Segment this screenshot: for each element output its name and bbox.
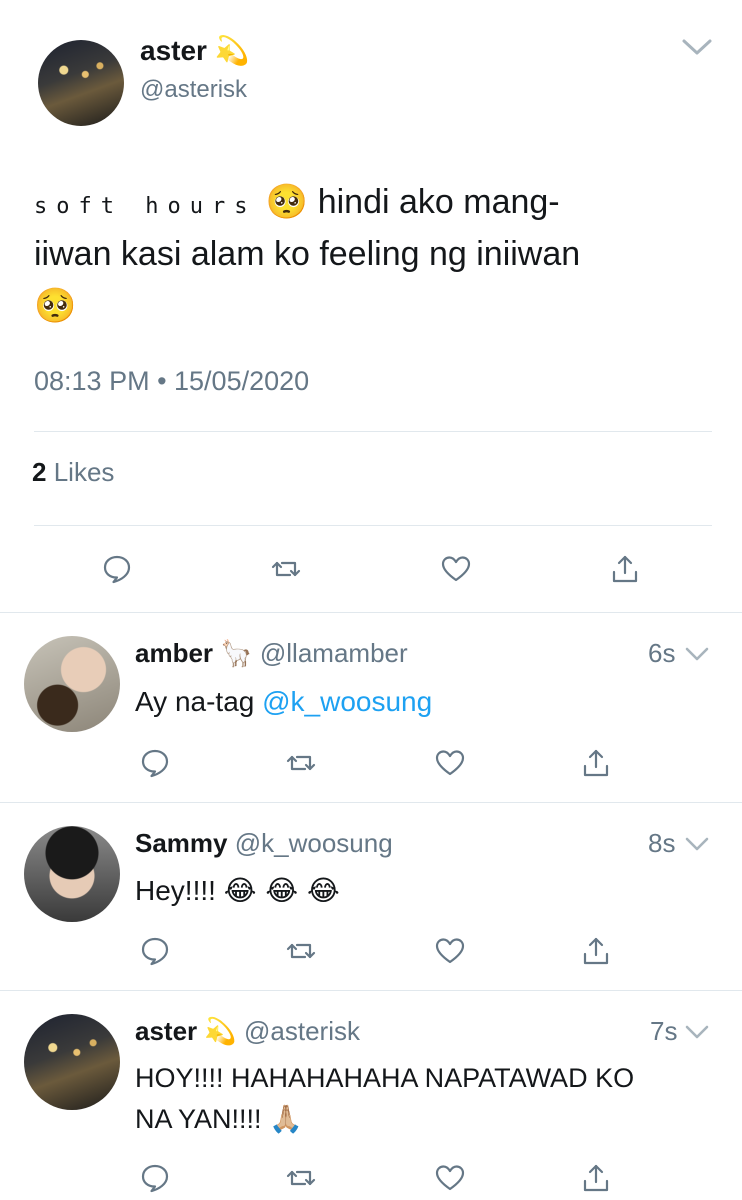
share-button[interactable] [580,935,612,967]
share-icon [583,937,609,965]
author-handle[interactable]: @asterisk [244,1016,360,1046]
avatar[interactable] [24,1014,120,1110]
reply-text-line-2: NA YAN!!!! 🙏🏼 [135,1103,303,1135]
divider [34,525,712,526]
avatar[interactable] [24,636,120,732]
share-button[interactable] [580,1162,612,1194]
retweet-button[interactable] [285,747,317,779]
retweet-icon [271,561,301,577]
speech-bubble-icon [141,937,169,966]
likes-label: Likes [53,457,115,487]
reply-button[interactable] [101,553,133,585]
speech-bubble-icon [103,555,131,584]
divider [0,802,742,803]
retweet-button[interactable] [285,1162,317,1194]
reply-text-line-1: HOY!!!! HAHAHAHAHA NAPATAWAD KO [135,1063,635,1093]
reply-text: Hey!!!! 😂 😂 😂 [135,874,340,907]
author-name-text: aster [140,35,207,66]
tweet-text-line-2: iiwan kasi alam ko feeling ng iniiwan [34,235,581,273]
likes-count: 2 [32,457,47,487]
share-icon [583,749,609,777]
author-handle[interactable]: @llamamber [260,638,408,668]
chevron-down-icon [685,647,709,661]
reply-header: amber 🦙 @llamamber [135,638,408,669]
author-name[interactable]: aster [135,1016,197,1046]
heart-icon [441,556,471,582]
tweet-menu-button[interactable] [680,32,714,60]
chevron-down-icon [682,39,712,55]
retweet-icon [286,755,316,771]
heart-icon [435,938,465,964]
tweet-text-line-1: soft hours 🥺 hindi ako mang- [34,180,560,229]
llama-emoji: 🦙 [220,639,253,669]
tweet-text-spaced: soft hours [34,194,257,219]
tweet-timestamp[interactable]: 08:13 PM • 15/05/2020 [34,366,309,397]
reply-time[interactable]: 6s [648,638,675,669]
reply-time[interactable]: 7s [650,1016,677,1047]
retweet-icon [286,943,316,959]
heart-icon [435,750,465,776]
reply-text-content: NA YAN!!!! [135,1104,270,1134]
reply-time[interactable]: 8s [648,828,675,859]
retweet-icon [286,1170,316,1186]
pleading-face-emoji: 🥺 [34,286,77,326]
reply-button[interactable] [139,1162,171,1194]
retweet-button[interactable] [285,935,317,967]
share-button[interactable] [609,553,641,585]
reply-header: aster 💫 @asterisk [135,1016,360,1047]
reply-menu-button[interactable] [684,834,710,854]
like-button[interactable] [440,553,472,585]
like-button[interactable] [434,935,466,967]
chevron-down-icon [685,837,709,851]
heart-icon [435,1165,465,1191]
reply-text-content: Ay na-tag [135,686,263,717]
author-name[interactable]: amber [135,638,213,668]
dizzy-emoji: 💫 [204,1017,237,1047]
tweet-text: hindi ako mang- [317,183,560,221]
divider [34,431,712,432]
pleading-face-emoji: 🥺 [265,182,309,222]
likes-stat[interactable]: 2 Likes [32,457,114,488]
retweet-button[interactable] [270,553,302,585]
avatar[interactable] [24,826,120,922]
speech-bubble-icon [141,749,169,778]
author-handle[interactable]: @asterisk [140,76,247,104]
reply-menu-button[interactable] [684,1022,710,1042]
share-icon [583,1164,609,1192]
reply-button[interactable] [139,935,171,967]
like-button[interactable] [434,747,466,779]
speech-bubble-icon [141,1164,169,1193]
like-button[interactable] [434,1162,466,1194]
chevron-down-icon [685,1025,709,1039]
reply-button[interactable] [139,747,171,779]
divider [0,990,742,991]
author-handle[interactable]: @k_woosung [235,828,393,858]
divider [0,612,742,613]
folded-hands-emoji: 🙏🏼 [269,1104,303,1135]
author-name[interactable]: aster 💫 [140,34,250,67]
reply-header: Sammy @k_woosung [135,828,393,859]
reply-text: Ay na-tag @k_woosung [135,686,432,718]
share-icon [612,555,638,583]
share-button[interactable] [580,747,612,779]
reply-menu-button[interactable] [684,644,710,664]
author-name[interactable]: Sammy [135,828,228,858]
mention-link[interactable]: @k_woosung [262,686,432,717]
reply-text-content: Hey!!!! [135,875,224,906]
dizzy-emoji: 💫 [214,34,250,67]
avatar[interactable] [38,40,124,126]
joy-emoji: 😂 😂 😂 [223,874,340,907]
